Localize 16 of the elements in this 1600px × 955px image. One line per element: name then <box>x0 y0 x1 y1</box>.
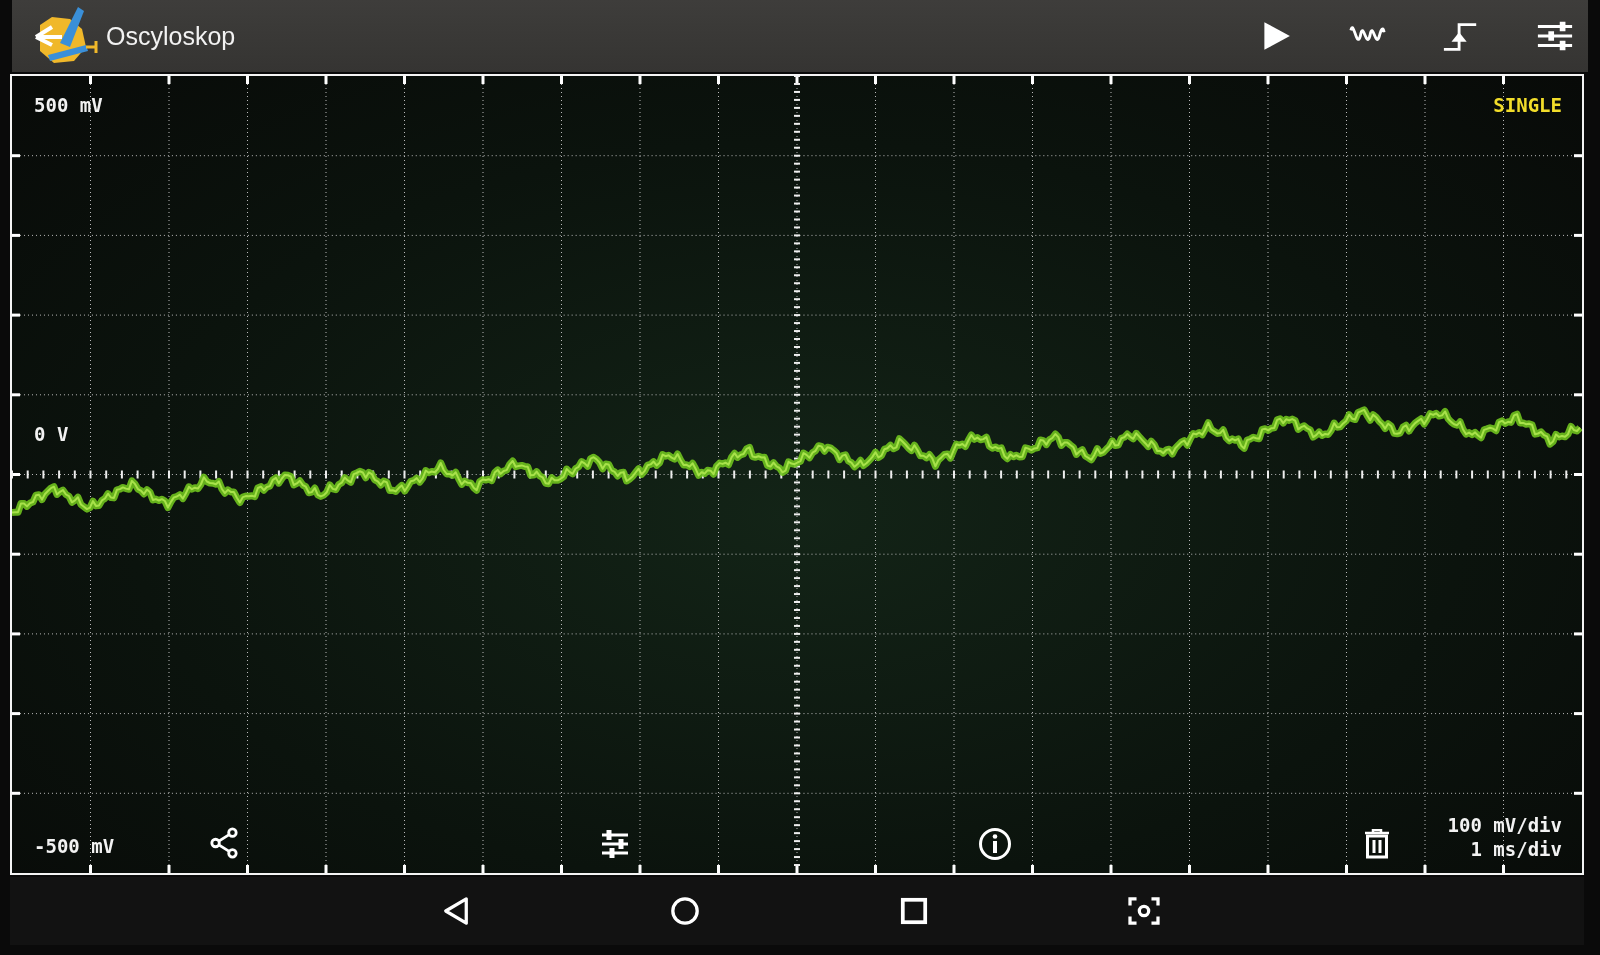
back-icon[interactable] <box>442 896 470 926</box>
zero-label: 0 V <box>34 423 69 445</box>
scale-label: 1 ms/div <box>1470 837 1562 861</box>
share-icon[interactable] <box>209 827 239 859</box>
home-icon[interactable] <box>670 896 700 926</box>
trash-icon[interactable] <box>1364 829 1390 859</box>
voltage-label: 500 mV <box>34 94 103 116</box>
scale-label: 100 mV/div <box>1447 813 1562 837</box>
info-icon[interactable] <box>978 827 1012 861</box>
trigger-mode-label: SINGLE <box>1493 94 1562 116</box>
recents-icon[interactable] <box>900 897 928 925</box>
settings-icon[interactable] <box>1536 19 1574 53</box>
app-title: Oscyloskop <box>106 21 236 51</box>
screenshot-icon[interactable] <box>1128 897 1160 925</box>
sliders-icon[interactable] <box>600 829 630 859</box>
voltage-label: -500 mV <box>34 835 115 857</box>
